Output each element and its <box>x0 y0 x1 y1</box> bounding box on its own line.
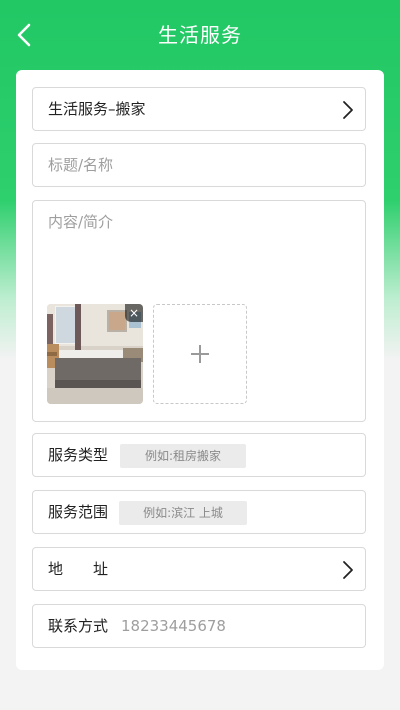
content-placeholder: 内容/简介 <box>48 213 114 231</box>
service-scope-field: 服务范围 例如:滨江 上城 <box>32 490 366 534</box>
contact-field: 联系方式 18233445678 <box>32 604 366 648</box>
title-placeholder: 标题/名称 <box>48 156 114 174</box>
remove-image-close-icon[interactable]: × <box>125 304 143 322</box>
service-scope-input[interactable]: 例如:滨江 上城 <box>119 501 247 525</box>
chevron-right-icon <box>343 561 353 579</box>
add-image-button[interactable] <box>153 304 247 404</box>
service-type-input[interactable]: 例如:租房搬家 <box>120 444 246 468</box>
form-card: 生活服务–搬家 标题/名称 内容/简介 × 服务类型 例如:租房搬家 服务范围 … <box>16 70 384 670</box>
page-title: 生活服务 <box>158 23 242 47</box>
contact-label: 联系方式 <box>48 617 109 635</box>
category-selector[interactable]: 生活服务–搬家 <box>32 87 366 131</box>
chevron-right-icon <box>343 101 353 119</box>
address-selector[interactable]: 地址 <box>32 547 366 591</box>
category-value: 生活服务–搬家 <box>48 100 146 118</box>
header-bar: 生活服务 <box>0 0 400 70</box>
title-input[interactable]: 标题/名称 <box>32 143 366 187</box>
address-label: 地址 <box>48 560 109 578</box>
contact-input[interactable]: 18233445678 <box>121 605 226 647</box>
service-scope-label: 服务范围 <box>48 503 109 521</box>
uploaded-image-thumbnail[interactable]: × <box>47 304 143 404</box>
content-textarea[interactable]: 内容/简介 × <box>32 200 366 422</box>
service-type-label: 服务类型 <box>48 446 109 464</box>
service-type-field: 服务类型 例如:租房搬家 <box>32 433 366 477</box>
